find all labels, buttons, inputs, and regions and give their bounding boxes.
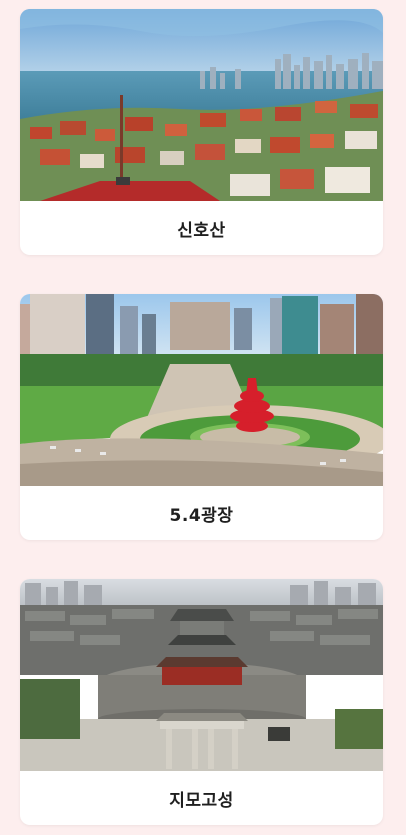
attraction-name: 5.4광장 — [169, 505, 234, 526]
attraction-name: 지모고성 — [169, 790, 234, 811]
plaza-photo — [20, 294, 383, 486]
attraction-card-signal-hill[interactable]: 신호산 — [20, 9, 383, 255]
attraction-list: 신호산 5.4광장 지모고성 — [0, 0, 406, 835]
coastal-city-photo — [20, 9, 383, 201]
attraction-card-may-fourth-square[interactable]: 5.4광장 — [20, 294, 383, 540]
ancient-city-photo — [20, 579, 383, 771]
attraction-card-jimo-ancient-city[interactable]: 지모고성 — [20, 579, 383, 825]
attraction-name: 신호산 — [177, 220, 226, 241]
